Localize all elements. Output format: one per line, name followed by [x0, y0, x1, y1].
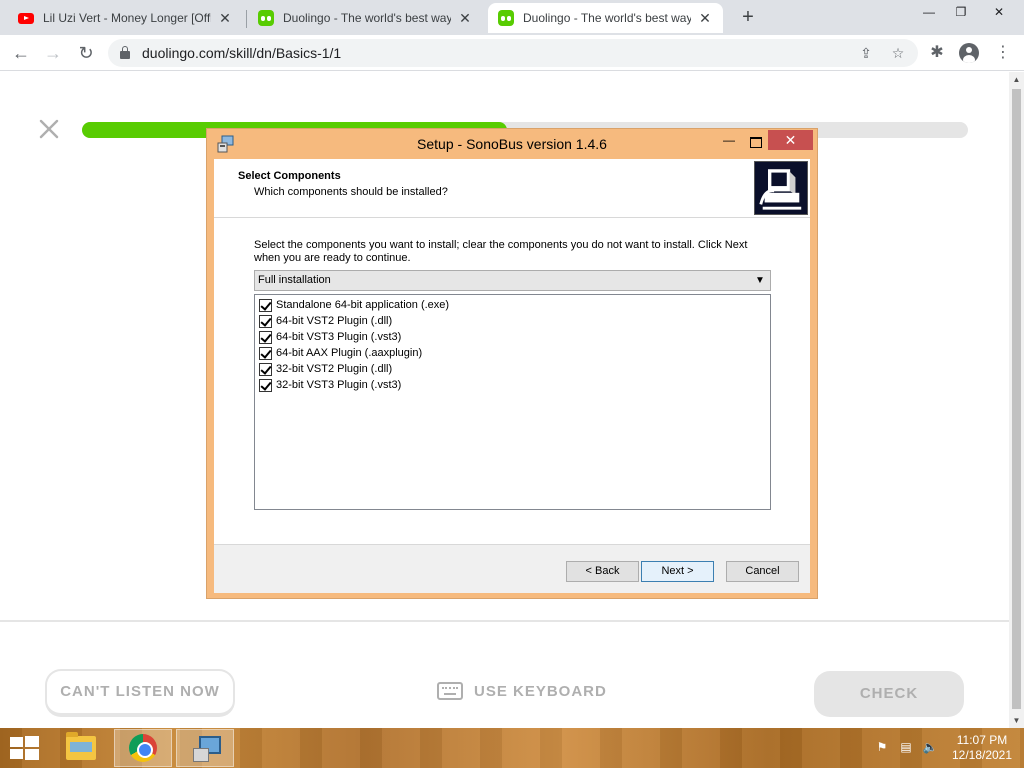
components-list[interactable]: Standalone 64-bit application (.exe) 64-… [254, 294, 771, 510]
use-keyboard-button[interactable]: USE KEYBOARD [437, 680, 607, 702]
folder-icon [66, 732, 96, 760]
installer-computer-icon [754, 161, 808, 215]
lock-icon [120, 46, 130, 59]
address-bar[interactable]: duolingo.com/skill/dn/Basics-1/1 ⇪ ☆ [108, 39, 918, 67]
back-arrow-icon[interactable]: ← [8, 40, 34, 66]
volume-muted-icon[interactable]: 🔈 [921, 738, 939, 756]
component-item[interactable]: 32-bit VST3 Plugin (.vst3) [259, 377, 401, 393]
browser-tab-strip: Lil Uzi Vert - Money Longer [Offi ✕ Duol… [0, 0, 1024, 35]
component-label: 64-bit VST3 Plugin (.vst3) [276, 331, 402, 343]
instructions-text: Select the components you want to instal… [254, 239, 748, 264]
profile-avatar-icon[interactable] [956, 40, 982, 66]
component-item[interactable]: Standalone 64-bit application (.exe) [259, 297, 449, 313]
keyboard-icon [437, 682, 463, 700]
duolingo-icon [498, 10, 514, 26]
cancel-button[interactable]: Cancel [726, 561, 799, 582]
chevron-down-icon: ▼ [755, 275, 765, 286]
chrome-icon [129, 734, 157, 762]
close-icon[interactable]: ✕ [697, 10, 713, 26]
duolingo-icon [258, 10, 274, 26]
page-scrollbar[interactable]: ▲ ▼ [1009, 72, 1024, 728]
footer-divider [0, 620, 1009, 622]
share-icon[interactable]: ⇪ [856, 43, 876, 63]
close-icon[interactable]: ✕ [457, 10, 473, 26]
tab-duolingo-active[interactable]: Duolingo - The world's best way ✕ [488, 3, 723, 33]
reload-icon[interactable]: ↻ [73, 40, 99, 66]
checkbox-checked-icon[interactable] [259, 330, 272, 344]
tab-youtube[interactable]: Lil Uzi Vert - Money Longer [Offi ✕ [8, 3, 243, 33]
dialog-maximize-button[interactable] [742, 133, 768, 153]
close-icon[interactable]: ✕ [217, 10, 233, 26]
action-center-flag-icon[interactable]: ⚑ [873, 738, 891, 756]
window-minimize-button[interactable]: — [914, 2, 944, 22]
wizard-header: Select Components Which components shoul… [214, 159, 810, 217]
windows-start-icon[interactable] [8, 736, 40, 760]
wizard-page-subtitle: Which components should be installed? [254, 186, 448, 198]
component-item[interactable]: 64-bit AAX Plugin (.aaxplugin) [259, 345, 422, 361]
taskbar-setup[interactable] [176, 729, 234, 767]
quit-lesson-close-icon[interactable] [38, 118, 60, 140]
component-label: Standalone 64-bit application (.exe) [276, 299, 450, 311]
browser-toolbar: ← → ↻ duolingo.com/skill/dn/Basics-1/1 ⇪… [0, 35, 1024, 71]
setup-installer-icon [191, 734, 221, 762]
back-button[interactable]: < Back [566, 561, 639, 582]
bookmark-star-icon[interactable]: ☆ [888, 43, 908, 63]
checkbox-checked-icon[interactable] [259, 298, 272, 312]
taskbar-file-explorer[interactable] [52, 729, 110, 767]
setup-dialog: Setup - SonoBus version 1.4.6 — ✕ Select… [206, 128, 818, 599]
dialog-close-button[interactable]: ✕ [768, 130, 813, 150]
checkbox-checked-icon[interactable] [259, 314, 272, 328]
dialog-titlebar[interactable]: Setup - SonoBus version 1.4.6 — ✕ [207, 129, 817, 159]
extensions-puzzle-icon[interactable]: ✱ [924, 40, 950, 66]
wizard-footer: < Back Next > Cancel [214, 544, 810, 593]
clock-time: 11:07 PM [956, 733, 1008, 747]
window-close-button[interactable]: ✕ [984, 2, 1014, 22]
scroll-up-arrow-icon[interactable]: ▲ [1009, 72, 1024, 87]
installation-type-value: Full installation [258, 274, 331, 286]
check-button[interactable]: CHECK [814, 671, 964, 717]
forward-arrow-icon[interactable]: → [40, 40, 66, 66]
tab-divider [246, 10, 247, 28]
installation-type-dropdown[interactable]: Full installation ▼ [254, 270, 771, 291]
next-button[interactable]: Next > [641, 561, 714, 582]
component-item[interactable]: 64-bit VST2 Plugin (.dll) [259, 313, 392, 329]
component-label: 32-bit VST3 Plugin (.vst3) [276, 379, 402, 391]
component-label: 32-bit VST2 Plugin (.dll) [276, 363, 393, 375]
wizard-page-title: Select Components [238, 170, 341, 182]
clock-date: 12/18/2021 [951, 748, 1013, 762]
tab-title: Duolingo - The world's best way [283, 11, 451, 25]
wizard-body: Select the components you want to instal… [214, 217, 810, 544]
cant-listen-now-button[interactable]: CAN'T LISTEN NOW [45, 669, 235, 717]
dialog-minimize-button[interactable]: — [716, 133, 742, 153]
new-tab-button[interactable]: + [737, 6, 759, 28]
checkbox-checked-icon[interactable] [259, 362, 272, 376]
network-icon[interactable]: ▤ [897, 738, 915, 756]
component-label: 64-bit VST2 Plugin (.dll) [276, 315, 393, 327]
tab-title: Lil Uzi Vert - Money Longer [Offi [43, 11, 211, 25]
use-keyboard-label: USE KEYBOARD [474, 682, 607, 700]
dialog-client-area: Select Components Which components shoul… [214, 159, 810, 593]
menu-kebab-icon[interactable]: ⋮ [990, 40, 1016, 66]
component-item[interactable]: 32-bit VST2 Plugin (.dll) [259, 361, 392, 377]
scroll-down-arrow-icon[interactable]: ▼ [1009, 713, 1024, 728]
component-item[interactable]: 64-bit VST3 Plugin (.vst3) [259, 329, 401, 345]
youtube-icon [18, 10, 34, 26]
taskbar-chrome[interactable] [114, 729, 172, 767]
system-clock[interactable]: 11:07 PM 12/18/2021 [948, 733, 1016, 763]
tab-title: Duolingo - The world's best way [523, 11, 691, 25]
component-label: 64-bit AAX Plugin (.aaxplugin) [276, 347, 423, 359]
windows-taskbar: ⚑ ▤ 🔈 11:07 PM 12/18/2021 [0, 728, 1024, 768]
checkbox-checked-icon[interactable] [259, 378, 272, 392]
scrollbar-thumb[interactable] [1012, 89, 1021, 709]
url-text: duolingo.com/skill/dn/Basics-1/1 [142, 45, 342, 61]
tab-duolingo[interactable]: Duolingo - The world's best way ✕ [248, 3, 483, 33]
window-restore-button[interactable]: ❐ [946, 2, 976, 22]
checkbox-checked-icon[interactable] [259, 346, 272, 360]
